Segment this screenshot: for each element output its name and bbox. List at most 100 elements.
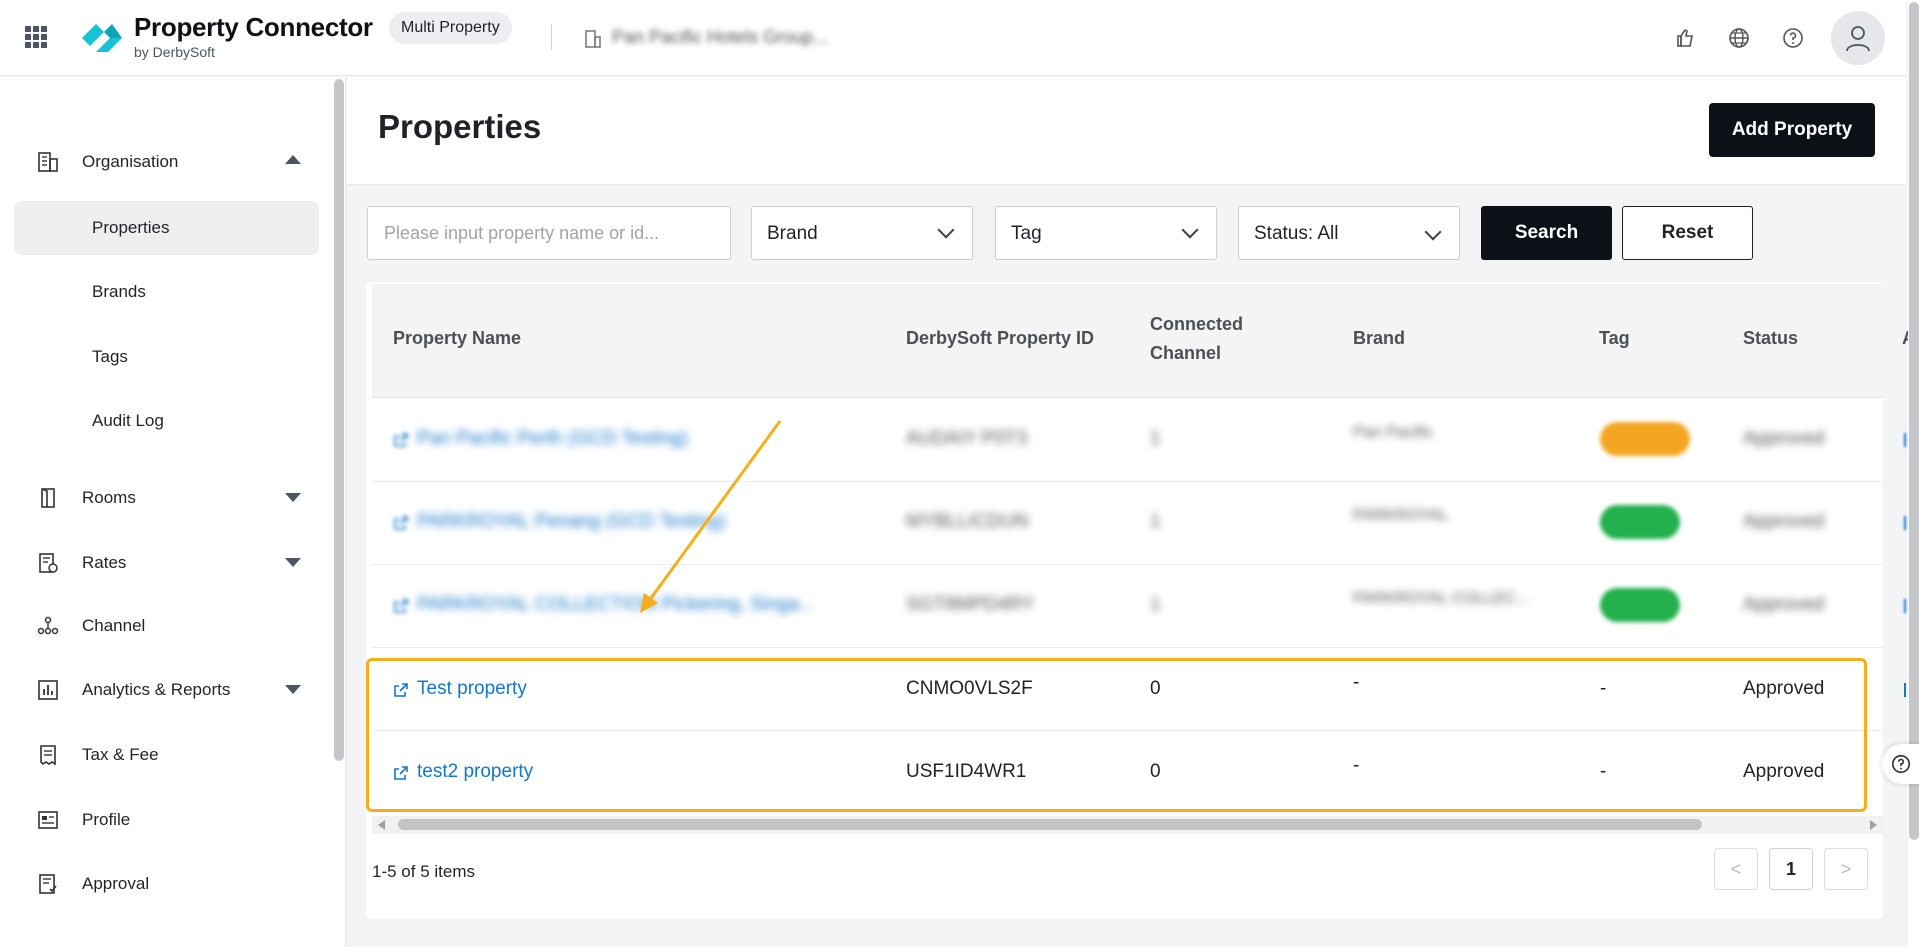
sidebar-label: Analytics & Reports <box>82 680 231 699</box>
sidebar-item-tags[interactable]: Tags <box>14 330 319 384</box>
sidebar-label: Approval <box>82 874 150 893</box>
sidebar-item-approval[interactable]: Approval <box>14 857 319 911</box>
brand-select[interactable]: Brand <box>751 206 973 260</box>
app-title: Property Connector <box>134 12 373 42</box>
column-header-brand[interactable]: Brand <box>1353 324 1405 353</box>
search-button[interactable]: Search <box>1481 206 1612 260</box>
status-select-value: Status: All <box>1254 223 1339 244</box>
add-property-button[interactable]: Add Property <box>1709 103 1875 157</box>
status-value: Approved <box>1743 511 1825 532</box>
sidebar-label: Rates <box>82 553 127 572</box>
floating-help-button[interactable] <box>1882 744 1920 784</box>
scroll-right-arrow-icon[interactable] <box>1870 820 1877 830</box>
property-id: MYBLLICDUN <box>906 511 1029 532</box>
connected-channel-count: 0 <box>1150 761 1161 782</box>
external-link-icon <box>394 516 408 530</box>
column-header-status[interactable]: Status <box>1743 324 1798 353</box>
status-select[interactable]: Status: All <box>1238 206 1460 260</box>
sidebar-item-organisation[interactable]: Organisation <box>14 135 319 189</box>
user-icon <box>1846 26 1870 52</box>
sidebar: Organisation Properties Brands Tags Audi… <box>0 77 346 947</box>
column-header-connected-channel[interactable]: Connected Channel <box>1150 310 1270 368</box>
rate-document-icon <box>39 553 58 573</box>
help-icon <box>1891 754 1911 774</box>
brand-value: PARKROYAL <box>1353 507 1449 524</box>
pagination-total: 1-5 of 5 items <box>372 862 475 881</box>
brand-select-value: Brand <box>767 223 818 244</box>
scrollbar-thumb[interactable] <box>398 819 1702 830</box>
brand-value: Pan Pacific <box>1353 424 1434 441</box>
multi-property-pill[interactable]: Multi Property <box>389 12 512 44</box>
door-icon <box>41 488 55 508</box>
apps-grid-icon[interactable] <box>25 26 47 48</box>
sidebar-label: Audit Log <box>92 411 164 430</box>
sidebar-label: Brands <box>92 282 146 301</box>
sidebar-item-channel[interactable]: Channel <box>14 599 319 653</box>
connected-channel-count: 1 <box>1150 511 1161 532</box>
search-input[interactable] <box>367 206 731 260</box>
tag-select[interactable]: Tag <box>995 206 1217 260</box>
feedback-icon[interactable] <box>1673 26 1697 50</box>
help-icon[interactable] <box>1781 26 1805 50</box>
property-id: USF1ID4WR1 <box>906 761 1027 782</box>
logo-icon <box>82 24 122 52</box>
table-row: PARKROYAL COLLECTION Pickering, Singa...… <box>372 565 1906 648</box>
tag-badge <box>1600 505 1680 539</box>
table-row: Pan Pacific Perth (GCD Testing) AUDAIY P… <box>372 399 1906 482</box>
sidebar-item-tax-fee[interactable]: Tax & Fee <box>14 728 319 782</box>
reset-button[interactable]: Reset <box>1622 206 1753 260</box>
table-row: Test property CNMO0VLS2F 0 - - Approved <box>372 648 1906 731</box>
horizontal-scrollbar[interactable] <box>372 816 1883 834</box>
annotation-arrow-icon <box>640 420 782 613</box>
page-1-button[interactable]: 1 <box>1769 848 1813 890</box>
tag-badge <box>1600 588 1680 622</box>
property-name-link[interactable]: Test property <box>417 678 527 700</box>
chevron-down-icon <box>1424 223 1442 241</box>
chevron-up-icon <box>285 155 301 164</box>
property-name-link[interactable]: test2 property <box>417 761 533 783</box>
bar-chart-icon <box>38 680 58 700</box>
tag-value: - <box>1600 678 1607 699</box>
building-icon <box>38 152 58 172</box>
main-content: Properties Add Property Brand Tag Status… <box>347 77 1912 947</box>
sidebar-item-audit-log[interactable]: Audit Log <box>14 394 319 448</box>
channel-network-icon <box>37 616 59 635</box>
building-icon <box>585 30 601 48</box>
sidebar-label: Properties <box>92 218 170 237</box>
sidebar-item-rates[interactable]: Rates <box>14 536 319 590</box>
column-header-property-id[interactable]: DerbySoft Property ID <box>906 324 1094 353</box>
status-value: Approved <box>1743 678 1825 699</box>
scroll-left-arrow-icon[interactable] <box>378 820 385 830</box>
sidebar-label: Tags <box>92 347 128 366</box>
sidebar-item-rooms[interactable]: Rooms <box>14 471 319 525</box>
sidebar-label: Tax & Fee <box>82 745 159 764</box>
external-link-icon <box>394 599 408 613</box>
sidebar-item-profile[interactable]: Profile <box>14 793 319 847</box>
column-header-property-name[interactable]: Property Name <box>393 324 521 353</box>
organisation-selector[interactable]: Pan Pacific Hotels Group... <box>612 27 828 48</box>
external-link-icon <box>394 433 408 447</box>
page-scrollbar[interactable] <box>1908 0 1920 947</box>
chevron-down-icon <box>285 558 301 567</box>
sidebar-scrollbar[interactable] <box>334 79 344 761</box>
properties-panel: Brand Tag Status: All Search Reset Prope… <box>366 186 1912 947</box>
status-value: Approved <box>1743 761 1825 782</box>
table-row: test2 property USF1ID4WR1 0 - - Approved <box>372 731 1906 814</box>
prev-page-button[interactable]: < <box>1714 848 1758 890</box>
brand-value: - <box>1353 672 1360 693</box>
sidebar-item-brands[interactable]: Brands <box>14 265 319 319</box>
sidebar-item-analytics[interactable]: Analytics & Reports <box>14 663 319 717</box>
column-header-tag[interactable]: Tag <box>1599 324 1630 353</box>
property-id: CNMO0VLS2F <box>906 678 1033 699</box>
sidebar-item-properties[interactable]: Properties <box>14 201 319 255</box>
next-page-button[interactable]: > <box>1824 848 1868 890</box>
external-link-icon[interactable] <box>393 682 409 698</box>
chevron-down-icon <box>285 493 301 502</box>
header-divider <box>551 24 552 50</box>
tag-badge <box>1600 422 1690 456</box>
globe-icon[interactable] <box>1727 26 1751 50</box>
external-link-icon[interactable] <box>393 765 409 781</box>
user-avatar[interactable] <box>1831 11 1885 65</box>
sidebar-label: Profile <box>82 810 131 829</box>
chevron-down-icon <box>1181 221 1199 239</box>
